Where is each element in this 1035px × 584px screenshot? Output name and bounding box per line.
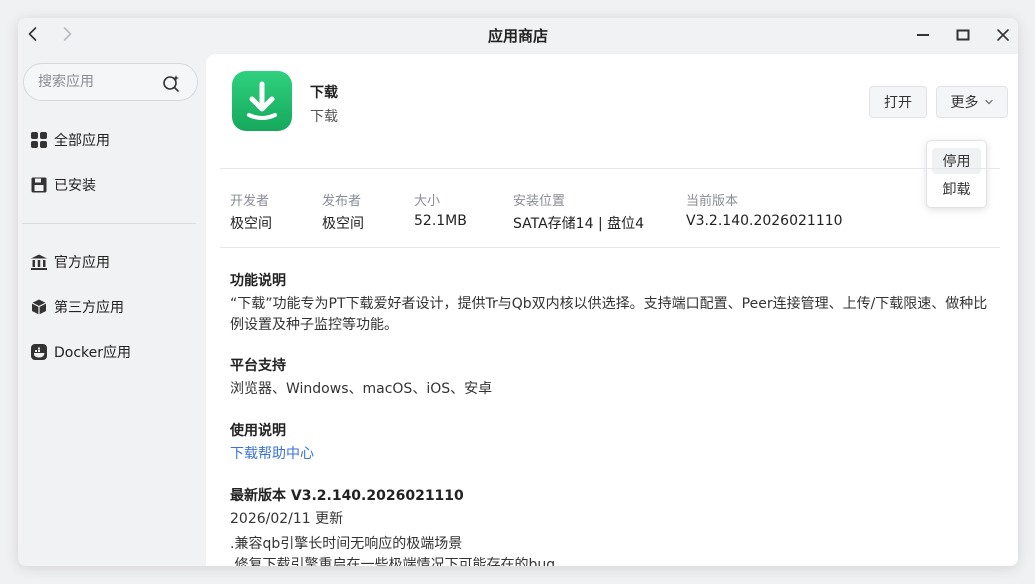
changelog-item: .修复下载引擎重启在一些极端情况下可能存在的bug (230, 557, 556, 566)
meta-value: 极空间 (230, 216, 272, 232)
header-divider (220, 168, 1000, 169)
search-sparkle-icon[interactable] (160, 72, 182, 94)
platforms-title: 平台支持 (230, 358, 286, 374)
sidebar-item-label: 已安装 (54, 178, 96, 194)
meta-value: SATA存储14 | 盘位4 (513, 216, 645, 232)
close-icon (997, 29, 1009, 41)
meta-publisher: 发布者 极空间 (322, 190, 364, 233)
menu-item-uninstall[interactable]: 卸载 (932, 176, 981, 202)
features-line-2: 例设置及种子监控等功能。 (230, 317, 398, 333)
help-center-link[interactable]: 下载帮助中心 (230, 446, 314, 462)
sidebar-item-installed[interactable]: 已安装 (30, 173, 200, 197)
minimize-icon (917, 34, 929, 36)
download-arrow-icon (247, 81, 277, 120)
app-icon (232, 71, 292, 131)
sidebar-divider (22, 223, 196, 224)
more-button[interactable]: 更多 (936, 86, 1008, 118)
close-button[interactable] (992, 24, 1014, 46)
window-title: 应用商店 (487, 27, 548, 45)
meta-label: 开发者 (230, 194, 270, 209)
search-input[interactable] (38, 72, 148, 92)
maximize-button[interactable] (952, 24, 974, 46)
meta-label: 发布者 (322, 194, 362, 209)
sidebar-item-label: 官方应用 (54, 255, 110, 271)
features-line-1: “下载”功能专为PT下载爱好者设计，提供Tr与Qb双内核以供选择。支持端口配置、… (230, 296, 988, 312)
meta-value: 极空间 (322, 216, 364, 232)
meta-install-location: 安装位置 SATA存储14 | 盘位4 (513, 190, 644, 233)
meta-current-version: 当前版本 V3.2.140.2026021110 (686, 190, 843, 229)
latest-version-title: 最新版本 V3.2.140.2026021110 (230, 488, 464, 504)
open-button-label: 打开 (884, 95, 912, 111)
maximize-icon (956, 29, 970, 41)
minimize-button[interactable] (912, 24, 934, 46)
changelog-item: .兼容qb引擎长时间无响应的极端场景 (230, 536, 463, 552)
meta-label: 大小 (414, 194, 441, 209)
package-box-icon (31, 299, 47, 315)
sidebar-item-official-apps[interactable]: 官方应用 (30, 250, 200, 274)
sidebar-item-docker-apps[interactable]: Docker应用 (30, 340, 200, 364)
meta-divider (220, 247, 1000, 248)
meta-label: 安装位置 (513, 194, 566, 209)
latest-version-date: 2026/02/11 更新 (230, 511, 344, 527)
meta-value: 52.1MB (414, 213, 467, 229)
sidebar-item-third-party-apps[interactable]: 第三方应用 (30, 295, 200, 319)
features-title: 功能说明 (230, 273, 286, 289)
save-disk-icon (31, 177, 47, 193)
app-store-window: 应用商店 全部应用 已安装 (18, 18, 1018, 566)
sidebar-item-label: 全部应用 (54, 133, 110, 149)
platforms-text: 浏览器、Windows、macOS、iOS、安卓 (230, 381, 493, 397)
sidebar-item-label: 第三方应用 (54, 300, 124, 316)
open-button[interactable]: 打开 (869, 86, 927, 118)
chevron-down-icon (984, 99, 993, 105)
meta-label: 当前版本 (686, 194, 739, 209)
menu-item-disable[interactable]: 停用 (932, 148, 981, 174)
app-subtitle: 下载 (310, 109, 338, 125)
meta-developer: 开发者 极空间 (230, 190, 272, 233)
docker-icon (31, 344, 47, 360)
search-box[interactable] (23, 63, 198, 101)
meta-value: V3.2.140.2026021110 (686, 213, 843, 229)
title-bar: 应用商店 (18, 18, 1018, 52)
sidebar-item-all-apps[interactable]: 全部应用 (30, 128, 200, 152)
meta-size: 大小 52.1MB (414, 190, 467, 229)
more-button-label: 更多 (950, 95, 979, 111)
app-detail-panel: 下载 下载 打开 更多 停用 卸载 开发者 极空间 发布者 极空间 大小 52.… (206, 54, 1018, 566)
more-dropdown-menu: 停用 卸载 (926, 140, 987, 208)
app-name: 下载 (310, 85, 338, 101)
grid-icon (31, 132, 47, 148)
bank-building-icon (31, 254, 47, 270)
sidebar-item-label: Docker应用 (54, 345, 132, 361)
usage-title: 使用说明 (230, 423, 286, 439)
